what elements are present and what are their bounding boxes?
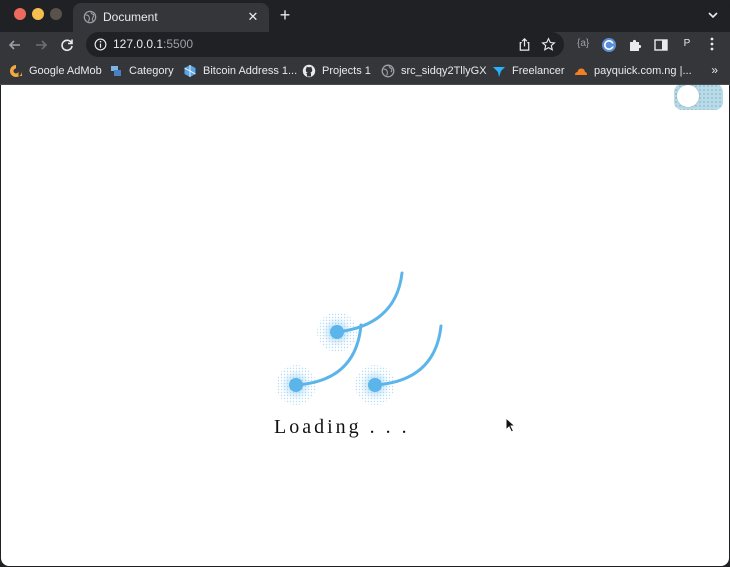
info-icon[interactable] (94, 38, 107, 51)
profile-avatar[interactable]: P (679, 36, 695, 52)
bookmarks-bar: Google AdMob Category Bitcoin Address 1.… (0, 58, 730, 85)
bookmark-label: Google AdMob (29, 65, 102, 77)
more-menu-icon[interactable] (705, 36, 719, 52)
bookmark-projects[interactable]: Projects 1 (302, 63, 371, 79)
bookmark-category[interactable]: Category (109, 63, 174, 79)
bitcoin-address-icon (184, 65, 196, 77)
category-icon (111, 66, 121, 76)
browser-window: Document ✕ + 127.0.0.1:5500 {a} P Google… (0, 0, 730, 567)
loading-text: Loading . . . (274, 416, 410, 438)
freelancer-icon (493, 67, 505, 77)
side-panel-icon[interactable] (653, 37, 669, 53)
bookmark-label: Projects 1 (322, 65, 371, 77)
bookmark-google-admob[interactable]: Google AdMob (9, 63, 102, 79)
spinner-arc-3 (355, 324, 443, 405)
url-host: 127.0.0.1 (113, 37, 164, 51)
tab-document[interactable]: Document ✕ (73, 3, 269, 32)
bookmark-label: Category (129, 65, 174, 77)
toolbar: 127.0.0.1:5500 (0, 32, 730, 58)
mouse-cursor-icon (505, 417, 517, 433)
address-bar[interactable]: 127.0.0.1:5500 (86, 32, 564, 57)
bookmark-star-icon[interactable] (541, 37, 556, 52)
bookmark-label: payquick.com.ng |... (594, 65, 692, 77)
bookmark-src[interactable]: src_sidqy2TllyGX (381, 63, 487, 79)
share-icon[interactable] (517, 37, 532, 52)
bookmarks-overflow-button[interactable]: » (711, 63, 718, 77)
window-minimize-button[interactable] (32, 8, 44, 20)
globe-icon (381, 64, 395, 78)
bookmark-label: Bitcoin Address 1... (203, 65, 298, 77)
github-icon (302, 64, 316, 78)
page-viewport: Loading . . . (1, 85, 729, 566)
extension-c-icon[interactable] (601, 37, 617, 53)
forward-button[interactable] (32, 36, 50, 54)
loading-spinner (276, 271, 443, 405)
url-port: :5500 (163, 37, 194, 51)
bookmark-payquick[interactable]: payquick.com.ng |... (574, 63, 692, 79)
bookmark-bitcoin-address[interactable]: Bitcoin Address 1... (183, 63, 297, 79)
chevron-down-icon[interactable] (706, 8, 720, 22)
new-tab-button[interactable]: + (276, 6, 294, 24)
back-button[interactable] (6, 36, 24, 54)
window-maximize-button[interactable] (50, 8, 62, 20)
globe-icon (83, 10, 97, 24)
bookmark-freelancer[interactable]: Freelancer (492, 63, 565, 79)
extensions-puzzle-icon[interactable] (627, 37, 643, 53)
window-close-button[interactable] (14, 8, 26, 20)
tab-title: Document (103, 10, 158, 24)
extension-badge[interactable]: {a} (577, 38, 589, 49)
tab-strip: Document ✕ + (0, 0, 730, 32)
url-text: 127.0.0.1:5500 (113, 37, 193, 51)
reload-button[interactable] (58, 36, 76, 54)
bookmark-label: src_sidqy2TllyGX (401, 65, 487, 77)
tab-close-icon[interactable]: ✕ (245, 9, 261, 25)
cloud-icon (575, 68, 587, 75)
bookmark-label: Freelancer (512, 65, 565, 77)
admob-icon (10, 65, 22, 77)
